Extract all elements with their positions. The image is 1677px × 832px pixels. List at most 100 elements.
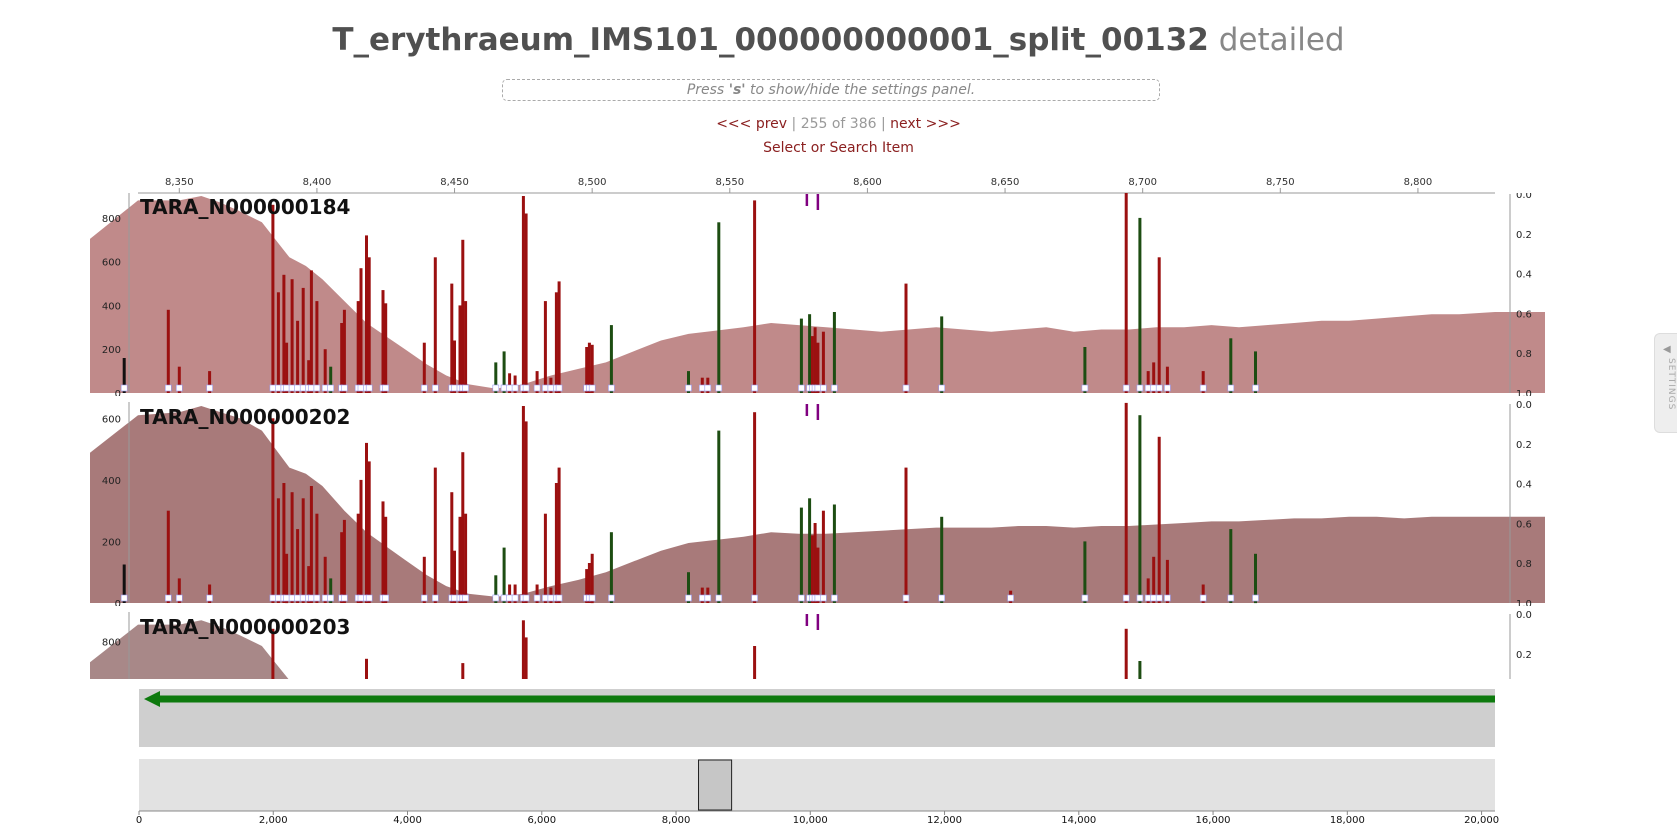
- snv-bar: [832, 504, 836, 603]
- variant-marker: [299, 384, 307, 392]
- variant-marker: [1081, 384, 1089, 392]
- right-axis-tick-label: 0.0: [1516, 400, 1532, 411]
- variant-marker: [269, 594, 277, 602]
- snv-bar: [166, 309, 170, 393]
- variant-marker: [176, 384, 183, 392]
- snv-bar: [1157, 257, 1161, 393]
- left-axis-tick-label: 0: [115, 389, 121, 400]
- variant-marker: [902, 384, 910, 392]
- snv-bar: [458, 516, 462, 603]
- variant-marker: [547, 384, 555, 392]
- sample-name-label: TARA_N000000202: [140, 405, 350, 429]
- snv-bar: [315, 301, 319, 393]
- left-axis-tick-label: 400: [102, 476, 121, 487]
- snv-bar: [359, 268, 363, 393]
- variant-marker: [685, 384, 692, 392]
- snv-bar: [458, 305, 462, 393]
- variant-marker: [294, 384, 301, 392]
- snv-bar: [940, 316, 944, 393]
- variant-marker: [294, 594, 301, 602]
- variant-marker: [288, 594, 296, 602]
- variant-marker: [313, 384, 321, 392]
- snv-bar: [543, 513, 547, 603]
- snv-bar: [301, 498, 305, 603]
- snv-bar: [461, 452, 465, 603]
- snv-bar: [799, 507, 803, 603]
- coverage-chart: 8,350 8,400 8,450 8,500 8,550 8,600 8,650 8,700…: [90, 177, 1595, 832]
- snv-bar: [356, 513, 360, 603]
- variant-marker: [327, 384, 335, 392]
- variant-marker: [820, 384, 827, 392]
- variant-marker: [542, 594, 549, 602]
- variant-marker: [1199, 384, 1207, 392]
- variant-marker: [1199, 594, 1207, 602]
- snv-bar: [276, 498, 280, 603]
- variant-marker: [462, 384, 469, 392]
- snv-bar: [1124, 402, 1128, 603]
- snv-bar: [816, 547, 820, 603]
- settings-tab[interactable]: ◀ SETTINGS: [1654, 333, 1677, 433]
- snv-bar: [1138, 415, 1142, 603]
- variant-marker: [715, 384, 723, 392]
- snv-bar: [367, 257, 371, 393]
- variant-marker: [588, 594, 596, 602]
- variant-marker: [451, 594, 458, 602]
- variant-marker: [1227, 384, 1235, 392]
- snv-bar: [609, 532, 613, 603]
- snv-bar: [301, 287, 305, 393]
- snv-bar: [554, 483, 558, 603]
- bottom-axis-tick-label: 20,000: [1464, 815, 1499, 826]
- snv-bar: [821, 331, 825, 393]
- snv-bar: [340, 532, 344, 603]
- top-axis-tick-label: 8,700: [1128, 177, 1157, 188]
- variant-marker: [1164, 594, 1171, 602]
- variant-marker: [288, 384, 296, 392]
- variant-marker: [120, 384, 128, 392]
- variant-marker: [451, 384, 458, 392]
- sample-panel-1: 0 200 400 600 800 0.0 0.2 0.4 0.6 0.8 1.0 TARA_N000…: [90, 190, 1545, 400]
- right-axis-tick-label: 0.2: [1516, 230, 1532, 241]
- top-axis-tick-label: 8,650: [991, 177, 1020, 188]
- left-axis-tick-label: 600: [102, 258, 121, 269]
- sample-name-label: TARA_N000000203: [140, 615, 350, 639]
- snv-bar: [810, 535, 814, 603]
- snv-bar: [367, 461, 371, 603]
- snv-bar: [940, 516, 944, 603]
- variant-marker: [313, 594, 321, 602]
- snv-bar: [356, 301, 360, 393]
- variant-marker: [938, 594, 946, 602]
- variant-marker: [798, 594, 805, 602]
- variant-marker: [365, 594, 373, 602]
- snv-bar: [717, 430, 721, 603]
- snv-bar: [365, 442, 368, 603]
- bottom-axis-tick-label: 12,000: [927, 815, 962, 826]
- variant-marker: [206, 384, 213, 392]
- variant-marker: [506, 384, 513, 392]
- variant-marker: [1007, 594, 1014, 602]
- sample-name-label: TARA_N000000184: [140, 195, 350, 219]
- right-axis-tick-label: 0.0: [1516, 190, 1532, 201]
- variant-marker: [704, 384, 712, 392]
- overview-brush-window[interactable]: [698, 759, 733, 811]
- snv-bar: [554, 292, 558, 393]
- left-axis-tick-label: 800: [102, 214, 121, 225]
- snv-bar: [904, 467, 908, 603]
- variant-marker: [533, 594, 541, 602]
- bottom-axis-tick-label: 18,000: [1330, 815, 1365, 826]
- variant-marker: [1252, 594, 1259, 602]
- right-axis-tick-label: 0.2: [1516, 650, 1532, 661]
- variant-marker: [831, 594, 838, 602]
- snv-bar: [808, 498, 812, 603]
- variant-marker: [814, 384, 822, 392]
- top-axis-tick-label: 8,450: [440, 177, 469, 188]
- variant-marker: [420, 384, 428, 392]
- variant-marker: [831, 384, 838, 392]
- top-axis-tick-label: 8,600: [853, 177, 882, 188]
- variant-marker: [511, 594, 519, 602]
- top-axis-tick-label: 8,350: [165, 177, 194, 188]
- snv-bar: [365, 235, 368, 393]
- snv-bar: [813, 327, 817, 393]
- left-axis-tick-label: 0: [115, 599, 121, 610]
- variant-marker: [420, 594, 428, 602]
- settings-tab-label: SETTINGS: [1666, 358, 1676, 411]
